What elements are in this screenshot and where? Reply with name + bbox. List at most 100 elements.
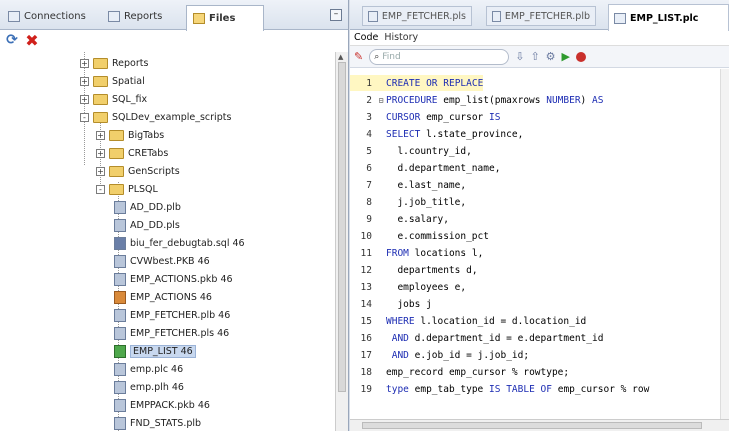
- tree-file[interactable]: AD_DD.plb: [114, 198, 181, 216]
- tab-label: Connections: [24, 10, 86, 22]
- expand-icon[interactable]: +: [80, 94, 89, 104]
- tree-file[interactable]: FND_STATS.plb: [114, 414, 201, 431]
- tree-folder[interactable]: + SQL_fix: [80, 90, 147, 108]
- tree-file[interactable]: emp.plc 46: [114, 360, 183, 378]
- tree-folder[interactable]: + Reports: [80, 54, 148, 72]
- line-number: 15: [360, 315, 372, 327]
- tree-item-label: CRETabs: [128, 147, 169, 159]
- tree-item-label: CVWbest.PKB 46: [130, 255, 210, 267]
- tab-emp-fetcher-pls[interactable]: EMP_FETCHER.pls: [362, 6, 472, 26]
- reports-icon: [108, 10, 120, 22]
- tree-file[interactable]: biu_fer_debugtab.sql 46: [114, 234, 245, 252]
- code-line[interactable]: 14 jobs j: [350, 296, 432, 312]
- tree-folder[interactable]: - PLSQL: [96, 180, 158, 198]
- collapse-icon[interactable]: -: [80, 112, 89, 122]
- pin-icon[interactable]: ✎: [354, 50, 363, 63]
- expand-icon[interactable]: +: [80, 76, 89, 86]
- file-icon: [114, 236, 126, 250]
- code-text: jobs j: [397, 298, 432, 310]
- tree-file[interactable]: AD_DD.pls: [114, 216, 180, 234]
- expand-icon[interactable]: +: [96, 148, 105, 158]
- code-line[interactable]: 9 e.salary,: [350, 211, 449, 227]
- code-editor[interactable]: 1 CREATE OR REPLACE 2 ⊟ PROCEDURE emp_list(p…: [350, 69, 720, 419]
- tab-code[interactable]: Code: [354, 32, 378, 43]
- tree-item-label: EMP_ACTIONS.pkb 46: [130, 273, 233, 285]
- file-navigator-panel: Connections Reports Files – ⟳ ✖ + Reports…: [0, 0, 349, 431]
- tree-file[interactable]: EMP_ACTIONS 46: [114, 288, 212, 306]
- delete-icon[interactable]: ✖: [24, 31, 40, 50]
- code-line[interactable]: 3 CURSOR emp_cursor IS: [350, 109, 500, 125]
- tree-file[interactable]: CVWbest.PKB 46: [114, 252, 210, 270]
- code-line[interactable]: 11 FROM locations l,: [350, 245, 484, 261]
- editor-horizontal-scrollbar[interactable]: [350, 419, 729, 431]
- tab-history[interactable]: History: [384, 32, 418, 43]
- folder-icon: [93, 111, 108, 123]
- code-line[interactable]: 4 SELECT l.state_province,: [350, 126, 523, 142]
- debug-icon[interactable]: [576, 51, 586, 62]
- tree-file[interactable]: EMP_FETCHER.pls 46: [114, 324, 229, 342]
- file-icon: [114, 344, 126, 358]
- expand-icon[interactable]: +: [96, 166, 105, 176]
- code-line[interactable]: 19 type emp_tab_type IS TABLE OF emp_curs…: [350, 381, 650, 397]
- tab-emp-list-plc[interactable]: EMP_LIST.plc: [608, 4, 729, 31]
- tree-folder[interactable]: + BigTabs: [96, 126, 164, 144]
- editor-vertical-scrollbar[interactable]: [720, 69, 729, 419]
- tab-label: EMP_LIST.plc: [630, 12, 699, 24]
- fold-icon[interactable]: ⊟: [376, 96, 386, 105]
- run-icon[interactable]: ▶: [562, 50, 570, 63]
- code-line[interactable]: 1 CREATE OR REPLACE: [350, 75, 484, 91]
- code-line[interactable]: 12 departments d,: [350, 262, 478, 278]
- find-input[interactable]: ⌕ Find: [369, 48, 510, 65]
- code-line[interactable]: 15 WHERE l.location_id = d.location_id: [350, 313, 587, 329]
- code-line[interactable]: 5 l.country_id,: [350, 143, 472, 159]
- line-number: 8: [366, 196, 372, 208]
- refresh-icon[interactable]: ⟳: [4, 32, 20, 48]
- tab-emp-fetcher-plb[interactable]: EMP_FETCHER.plb: [486, 6, 596, 26]
- tree-item-label: biu_fer_debugtab.sql 46: [130, 237, 245, 249]
- expand-icon[interactable]: +: [96, 130, 105, 140]
- line-number: 16: [360, 332, 372, 344]
- tree-folder[interactable]: + CRETabs: [96, 144, 168, 162]
- code-text: CURSOR emp_cursor IS: [386, 111, 501, 123]
- tree-folder[interactable]: + GenScripts: [96, 162, 180, 180]
- tree-item-label: BigTabs: [128, 129, 165, 141]
- code-line[interactable]: 8 j.job_title,: [350, 194, 466, 210]
- code-line[interactable]: 18 emp_record emp_cursor % rowtype;: [350, 364, 570, 380]
- find-placeholder: Find: [382, 51, 401, 62]
- find-previous-icon[interactable]: ⇧: [530, 50, 539, 63]
- minimize-button[interactable]: –: [330, 9, 342, 21]
- line-number: 4: [366, 128, 372, 140]
- tree-file[interactable]: EMP_FETCHER.plb 46: [114, 306, 230, 324]
- collapse-icon[interactable]: -: [96, 184, 105, 194]
- editor-sub-tabs: Code History: [350, 30, 729, 46]
- binoculars-icon: ⌕: [374, 51, 380, 62]
- file-icon: [114, 416, 126, 430]
- code-line[interactable]: 16 AND d.department_id = e.department_id: [350, 330, 604, 346]
- tree-file[interactable]: EMPPACK.pkb 46: [114, 396, 210, 414]
- code-line[interactable]: 7 e.last_name,: [350, 177, 466, 193]
- tree-scrollbar[interactable]: ▲: [335, 52, 348, 431]
- code-text: j.job_title,: [397, 196, 467, 208]
- code-line[interactable]: 17 AND e.job_id = j.job_id;: [350, 347, 530, 363]
- code-line[interactable]: 6 d.department_name,: [350, 160, 500, 176]
- compile-icon[interactable]: ⚙: [546, 50, 556, 63]
- code-text: d.department_name,: [397, 162, 501, 174]
- code-line[interactable]: 10 e.commission_pct: [350, 228, 489, 244]
- tree-folder[interactable]: - SQLDev_example_scripts: [80, 108, 231, 126]
- line-number: 7: [366, 179, 372, 191]
- find-next-icon[interactable]: ⇩: [515, 50, 524, 63]
- tree-folder[interactable]: + Spatial: [80, 72, 145, 90]
- code-line[interactable]: 13 employees e,: [350, 279, 467, 295]
- expand-icon[interactable]: +: [80, 58, 89, 68]
- tree-file[interactable]: EMP_LIST 46: [114, 342, 196, 360]
- tree-file[interactable]: emp.plh 46: [114, 378, 184, 396]
- tab-connections[interactable]: Connections: [2, 6, 92, 26]
- tab-files[interactable]: Files: [186, 5, 264, 31]
- code-text: SELECT l.state_province,: [386, 128, 524, 140]
- tree-file[interactable]: EMP_ACTIONS.pkb 46: [114, 270, 233, 288]
- code-text: AND d.department_id = e.department_id: [391, 332, 604, 344]
- tab-reports[interactable]: Reports: [102, 6, 168, 26]
- line-number: 18: [360, 366, 372, 378]
- file-icon: [114, 254, 126, 268]
- code-line[interactable]: 2 ⊟ PROCEDURE emp_list(pmaxrows NUMBER) AS: [350, 92, 603, 108]
